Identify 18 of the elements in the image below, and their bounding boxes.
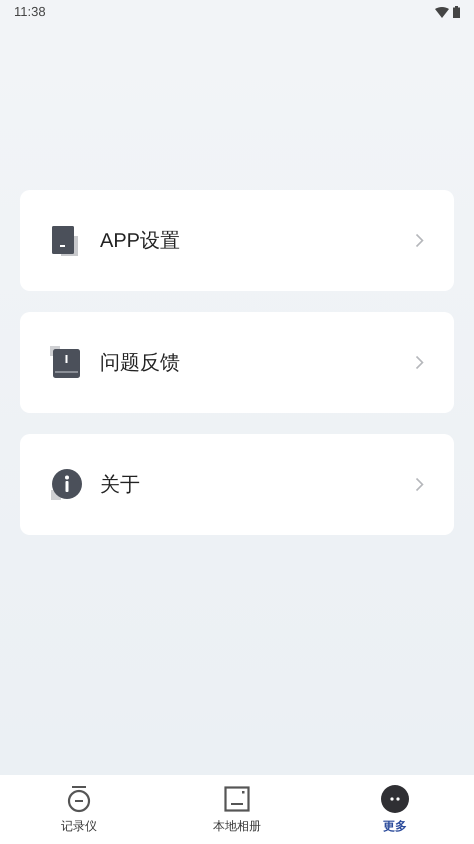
nav-tab[interactable]: 记录仪 [0,775,158,844]
info-icon [50,468,84,502]
status-time: 11:38 [14,3,46,22]
nav-tab[interactable]: 本地相册 [158,775,316,844]
chevron-right-icon [415,233,424,248]
device-icon [50,224,80,258]
battery-icon [453,6,460,18]
menu-item[interactable]: APP设置 [20,190,454,291]
chevron-right-icon [415,355,424,370]
menu-item[interactable]: 关于 [20,434,454,535]
timer-icon [66,785,92,813]
wifi-icon [435,6,449,18]
menu-item[interactable]: 问题反馈 [20,312,454,413]
nav-tab[interactable]: 更多 [316,775,474,844]
book-icon [50,346,82,380]
more-icon [380,784,410,814]
frame-icon [224,786,250,812]
chevron-right-icon [415,477,424,492]
